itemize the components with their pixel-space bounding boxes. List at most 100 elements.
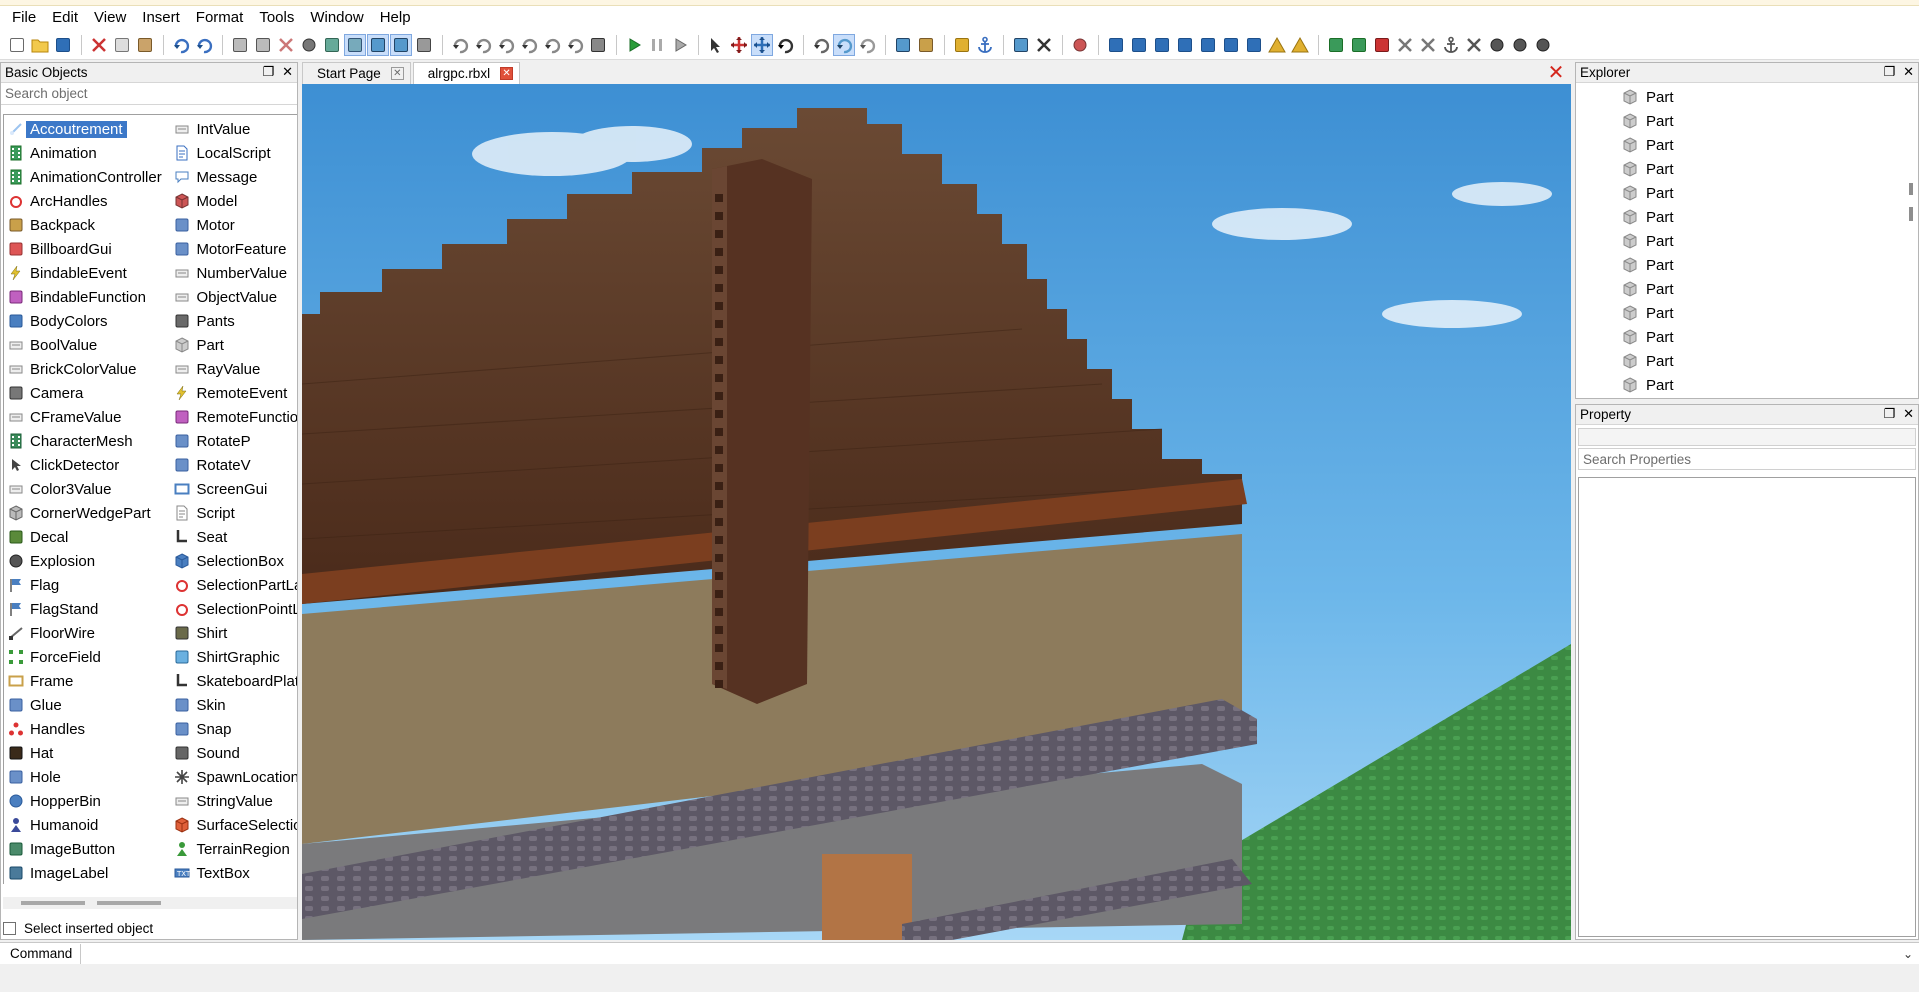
joint-icon[interactable] — [856, 34, 878, 56]
explorer-item-part[interactable]: Part — [1576, 229, 1906, 253]
scroll-thumb-right[interactable] — [97, 901, 161, 905]
object-item-seat[interactable]: Seat — [170, 525, 297, 549]
zoom-icon[interactable] — [298, 34, 320, 56]
object-item-accoutrement[interactable]: Accoutrement — [4, 117, 170, 141]
explorer-item-part[interactable]: Part — [1576, 109, 1906, 133]
explorer-item-part[interactable]: Part — [1576, 181, 1906, 205]
close-tab-icon[interactable]: ✕ — [500, 67, 514, 80]
object-item-rotatev[interactable]: RotateV — [170, 453, 297, 477]
object-item-hat[interactable]: Hat — [4, 741, 170, 765]
bottom-surface-icon[interactable] — [1220, 34, 1242, 56]
cut-icon[interactable] — [88, 34, 110, 56]
object-item-bodycolors[interactable]: BodyColors — [4, 309, 170, 333]
tab-alrgpc[interactable]: alrgpc.rbxl ✕ — [412, 62, 521, 84]
open-file-icon[interactable] — [29, 34, 51, 56]
object-item-objectvalue[interactable]: ObjectValue — [170, 285, 297, 309]
object-item-bindablefunction[interactable]: BindableFunction — [4, 285, 170, 309]
undo-icon[interactable] — [170, 34, 192, 56]
explorer-item-part[interactable]: Part — [1576, 373, 1906, 397]
3d-viewport[interactable] — [302, 84, 1571, 940]
redo-icon[interactable] — [193, 34, 215, 56]
explorer-item-part[interactable]: Part — [1576, 253, 1906, 277]
play-icon[interactable] — [623, 34, 645, 56]
object-item-charactermesh[interactable]: CharacterMesh — [4, 429, 170, 453]
object-item-billboardgui[interactable]: BillboardGui — [4, 237, 170, 261]
object-item-boolvalue[interactable]: BoolValue — [4, 333, 170, 357]
object-item-snap[interactable]: Snap — [170, 717, 297, 741]
object-item-selectionpartlasso[interactable]: SelectionPartLasso — [170, 573, 297, 597]
paste-icon[interactable] — [134, 34, 156, 56]
explorer-item-part[interactable]: Part — [1576, 157, 1906, 181]
menu-view[interactable]: View — [86, 7, 134, 29]
object-item-spawnlocation[interactable]: SpawnLocation — [170, 765, 297, 789]
object-item-script[interactable]: Script — [170, 501, 297, 525]
tab-start-page[interactable]: Start Page ✕ — [302, 62, 411, 84]
group-icon[interactable] — [229, 34, 251, 56]
explorer-item-part[interactable]: Part — [1576, 205, 1906, 229]
object-item-glue[interactable]: Glue — [4, 693, 170, 717]
object-item-localscript[interactable]: LocalScript — [170, 141, 297, 165]
object-item-archandles[interactable]: ArcHandles — [4, 189, 170, 213]
object-item-shirtgraphic[interactable]: ShirtGraphic — [170, 645, 297, 669]
cloud-icon[interactable] — [1486, 34, 1508, 56]
object-item-surfaceselection[interactable]: SurfaceSelection — [170, 813, 297, 837]
object-item-decal[interactable]: Decal — [4, 525, 170, 549]
object-item-part[interactable]: Part — [170, 333, 297, 357]
object-item-textbox[interactable]: TXT TextBox — [170, 861, 297, 884]
object-item-imagebutton[interactable]: ImageButton — [4, 837, 170, 861]
pointer-icon[interactable] — [705, 34, 727, 56]
toggle-icon[interactable] — [367, 33, 389, 56]
move-left-icon[interactable] — [541, 34, 563, 56]
object-item-brickcolorvalue[interactable]: BrickColorValue — [4, 357, 170, 381]
object-item-pants[interactable]: Pants — [170, 309, 297, 333]
menu-edit[interactable]: Edit — [44, 7, 86, 29]
front-surface-icon[interactable] — [1105, 34, 1127, 56]
object-item-terrainregion[interactable]: TerrainRegion — [170, 837, 297, 861]
object-item-animation[interactable]: Animation — [4, 141, 170, 165]
save-icon[interactable] — [52, 34, 74, 56]
object-item-model[interactable]: Model — [170, 189, 297, 213]
warning-icon[interactable] — [1266, 34, 1288, 56]
move-down-icon[interactable] — [518, 34, 540, 56]
object-item-backpack[interactable]: Backpack — [4, 213, 170, 237]
rotate-icon[interactable] — [449, 34, 471, 56]
object-item-intvalue[interactable]: IntValue — [170, 117, 297, 141]
object-item-handles[interactable]: Handles — [4, 717, 170, 741]
object-item-frame[interactable]: Frame — [4, 669, 170, 693]
object-item-bindableevent[interactable]: BindableEvent — [4, 261, 170, 285]
object-item-rayvalue[interactable]: RayValue — [170, 357, 297, 381]
plugins-icon[interactable] — [1394, 34, 1416, 56]
tilt-icon[interactable] — [472, 34, 494, 56]
object-item-stringvalue[interactable]: StringValue — [170, 789, 297, 813]
object-item-numbervalue[interactable]: NumberValue — [170, 261, 297, 285]
object-item-remotefunction[interactable]: RemoteFunction — [170, 405, 297, 429]
resize-icon[interactable] — [810, 34, 832, 56]
horizontal-scrollbar[interactable] — [3, 897, 297, 909]
object-item-flag[interactable]: Flag — [4, 573, 170, 597]
close-panel-icon[interactable]: ✕ — [1903, 64, 1914, 80]
explorer-item-part[interactable]: Part — [1576, 349, 1906, 373]
settings-icon[interactable] — [1417, 34, 1439, 56]
drag-icon[interactable] — [751, 33, 773, 56]
explorer-item-part[interactable]: Part — [1576, 325, 1906, 349]
object-item-remoteevent[interactable]: RemoteEvent — [170, 381, 297, 405]
right-surface-icon[interactable] — [1174, 34, 1196, 56]
object-item-clickdetector[interactable]: ClickDetector — [4, 453, 170, 477]
object-item-screengui[interactable]: ScreenGui — [170, 477, 297, 501]
eyedropper-icon[interactable] — [1033, 34, 1055, 56]
share-icon[interactable] — [1532, 34, 1554, 56]
move-icon[interactable] — [728, 34, 750, 56]
close-tab-icon[interactable]: ✕ — [390, 67, 404, 80]
explorer-item-part[interactable]: Part — [1576, 301, 1906, 325]
float-panel-icon[interactable]: ❐ — [262, 64, 274, 80]
explorer-item-part[interactable]: Part — [1576, 133, 1906, 157]
object-item-hopperbin[interactable]: HopperBin — [4, 789, 170, 813]
tools-icon[interactable] — [275, 34, 297, 56]
lock-icon[interactable] — [951, 34, 973, 56]
menu-help[interactable]: Help — [372, 7, 419, 29]
insert-part-icon[interactable] — [1325, 34, 1347, 56]
object-item-skin[interactable]: Skin — [170, 693, 297, 717]
left-surface-icon[interactable] — [1151, 34, 1173, 56]
object-item-rotatep[interactable]: RotateP — [170, 429, 297, 453]
pause-icon[interactable] — [646, 34, 668, 56]
